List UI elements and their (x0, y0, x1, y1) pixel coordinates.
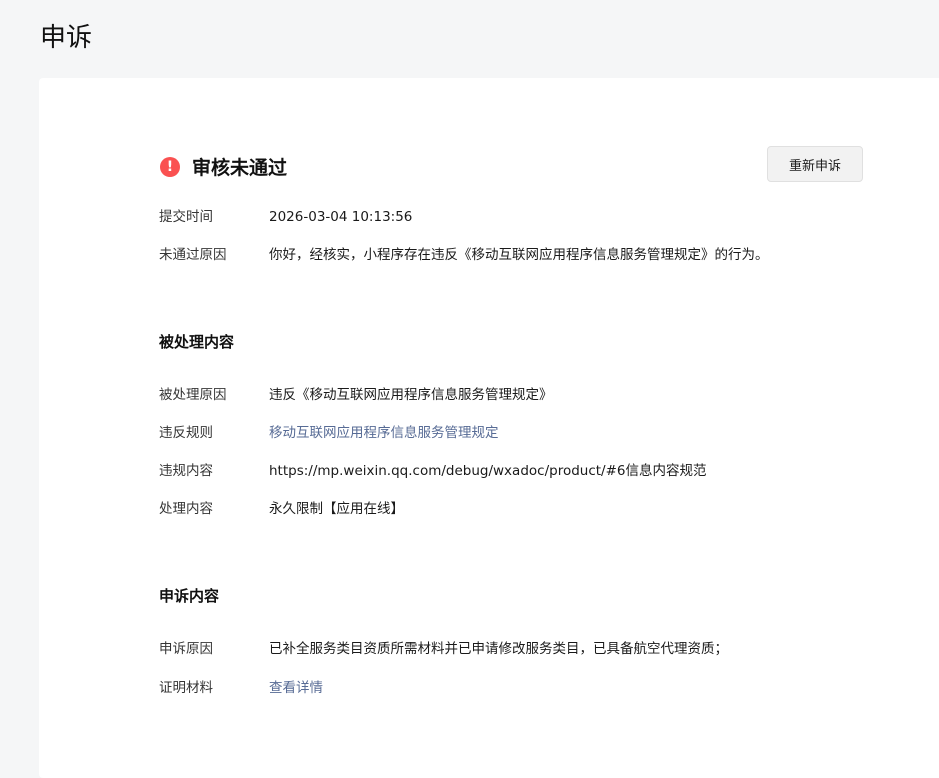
submit-time-row: 提交时间 2026-03-04 10:13:56 (159, 207, 412, 227)
page-title: 申诉 (40, 23, 93, 53)
status-title: 审核未通过 (192, 157, 288, 179)
submit-time-label: 提交时间 (159, 209, 213, 225)
processed-reason-label: 被处理原因 (159, 387, 227, 403)
evidence-label: 证明材料 (159, 680, 213, 696)
handling-label: 处理内容 (159, 501, 213, 517)
appeal-reason-row: 申诉原因 已补全服务类目资质所需材料并已申请修改服务类目，已具备航空代理资质； (159, 639, 728, 659)
violation-content-label: 违规内容 (159, 463, 213, 479)
appeal-detail-card: ! 审核未通过 重新申诉 提交时间 2026-03-04 10:13:56 未通过… (39, 78, 939, 778)
handling-row: 处理内容 永久限制【应用在线】 (159, 499, 404, 519)
violation-content-row: 违规内容 https://mp.weixin.qq.com/debug/wxado… (159, 461, 707, 481)
alert-icon: ! (160, 156, 180, 177)
processed-reason-row: 被处理原因 违反《移动互联网应用程序信息服务管理规定》 (159, 385, 553, 405)
violated-rule-label: 违反规则 (159, 425, 213, 441)
appeal-reason-label: 申诉原因 (159, 641, 213, 657)
reapply-button[interactable]: 重新申诉 (767, 146, 863, 182)
status-header: ! 审核未通过 (160, 153, 287, 180)
violated-rule-link[interactable]: 移动互联网应用程序信息服务管理规定 (269, 425, 499, 441)
reject-reason-label: 未通过原因 (159, 247, 227, 263)
appeal-section-title: 申诉内容 (159, 587, 220, 605)
processed-section-title: 被处理内容 (159, 333, 235, 351)
submit-time-value: 2026-03-04 10:13:56 (269, 209, 413, 225)
reject-reason-value: 你好，经核实，小程序存在违反《移动互联网应用程序信息服务管理规定》的行为。 (269, 247, 769, 263)
appeal-reason-value: 已补全服务类目资质所需材料并已申请修改服务类目，已具备航空代理资质； (269, 641, 728, 657)
violated-rule-row: 违反规则 移动互联网应用程序信息服务管理规定 (159, 423, 499, 443)
processed-reason-value: 违反《移动互联网应用程序信息服务管理规定》 (269, 387, 553, 403)
view-details-link[interactable]: 查看详情 (269, 680, 323, 696)
violation-content-value: https://mp.weixin.qq.com/debug/wxadoc/pr… (269, 463, 707, 479)
evidence-row: 证明材料 查看详情 (159, 678, 323, 698)
reject-reason-row: 未通过原因 你好，经核实，小程序存在违反《移动互联网应用程序信息服务管理规定》的行… (159, 245, 769, 265)
handling-value: 永久限制【应用在线】 (269, 501, 404, 517)
